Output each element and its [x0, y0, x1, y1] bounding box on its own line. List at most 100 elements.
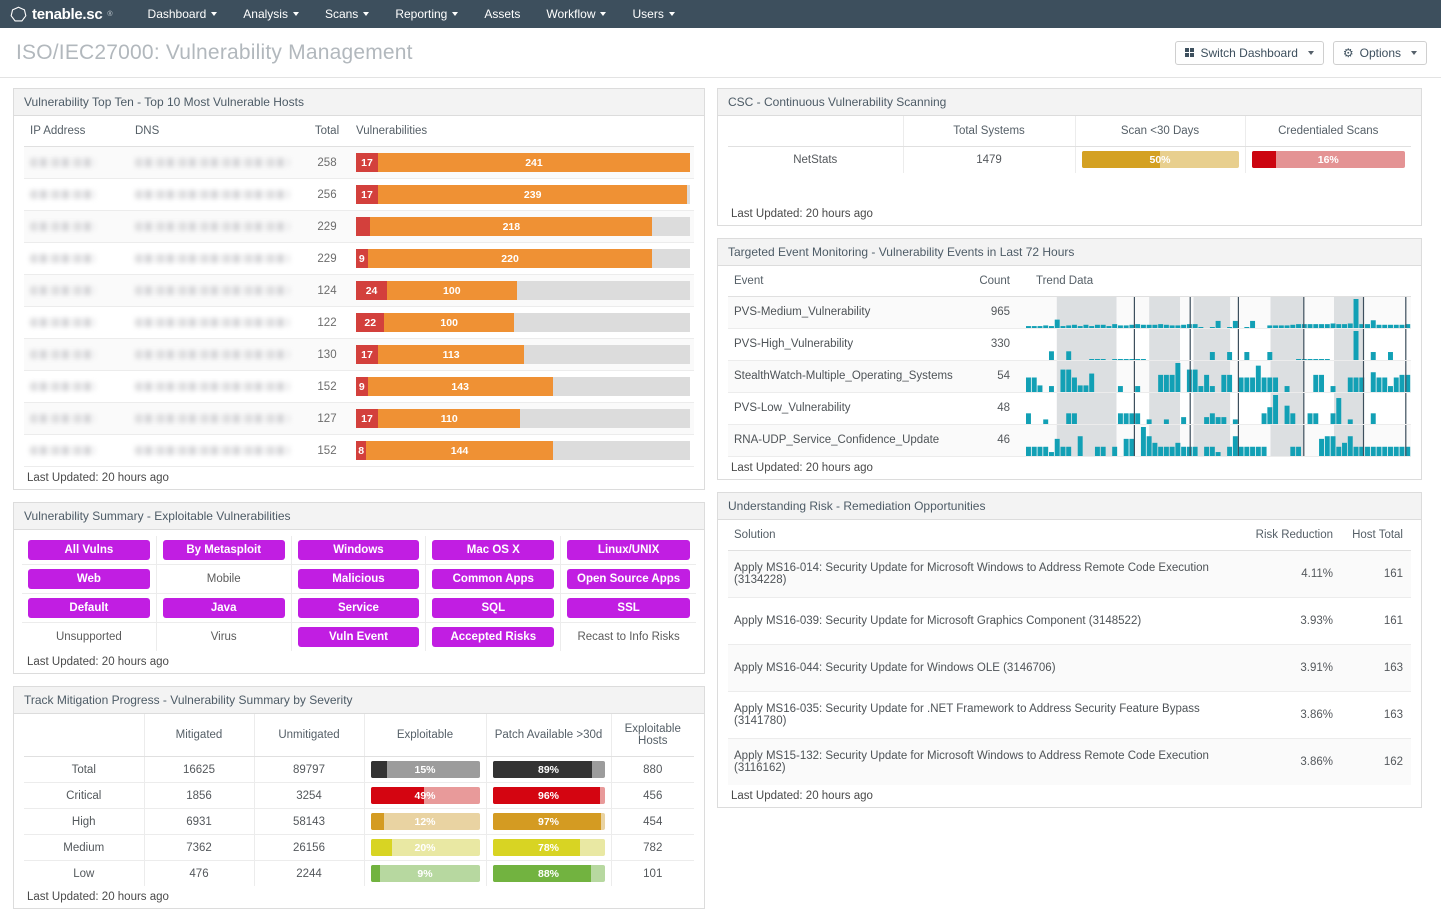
table-row[interactable]: Medium 7362 26156 20% 78% 782 [24, 834, 694, 861]
table-row[interactable]: 256 17 239 [24, 179, 694, 211]
vuln-button-ssl[interactable]: SSL [567, 598, 690, 618]
cell-trend-data[interactable] [1026, 360, 1411, 392]
vuln-button-common-apps[interactable]: Common Apps [432, 569, 555, 589]
chevron-down-icon [1411, 50, 1417, 55]
table-row[interactable]: Apply MS16-014: Security Update for Micr… [728, 550, 1411, 597]
cell-patch-available[interactable]: 88% [486, 860, 612, 886]
table-row[interactable]: 124 24 100 [24, 274, 694, 307]
table-row[interactable]: StealthWatch-Multiple_Operating_Systems 5… [728, 360, 1411, 392]
cell-patch-available[interactable]: 89% [486, 756, 612, 783]
table-row[interactable]: Low 476 2244 9% 88% 101 [24, 860, 694, 886]
table-row[interactable]: 229 9 220 [24, 243, 694, 275]
cell-vulnerability-bar[interactable]: 22 100 [350, 307, 694, 339]
table-row[interactable]: 127 17 110 [24, 402, 694, 435]
nav-item-assets[interactable]: Assets [471, 0, 533, 28]
table-row[interactable]: PVS-Low_Vulnerability 48 [728, 392, 1411, 424]
cell-exploitable-hosts: 880 [643, 763, 663, 776]
cell-exploitable[interactable]: 15% [364, 756, 487, 783]
bar-segment-critical: 22 [356, 313, 385, 332]
cell-vulnerability-bar[interactable]: 24 100 [350, 275, 694, 307]
vuln-button-vuln-event[interactable]: Vuln Event [297, 627, 420, 647]
vuln-button-windows[interactable]: Windows [297, 540, 420, 560]
vuln-button-all-vulns[interactable]: All Vulns [28, 540, 150, 560]
vuln-button-malicious[interactable]: Malicious [297, 569, 420, 589]
vuln-button-mac-os-x[interactable]: Mac OS X [432, 540, 555, 560]
table-row[interactable]: PVS-High_Vulnerability 330 [728, 328, 1411, 360]
cell-exploitable[interactable]: 9% [364, 860, 487, 886]
vuln-button-linux-unix[interactable]: Linux/UNIX [567, 540, 690, 560]
cell-ip-address [24, 179, 129, 211]
col-total: Total [304, 116, 350, 147]
vuln-button-virus[interactable]: Virus [163, 627, 285, 647]
col-ip-address: IP Address [24, 116, 129, 147]
cell-patch-available[interactable]: 78% [486, 834, 612, 861]
options-button[interactable]: ⚙ Options [1332, 40, 1427, 65]
cell-trend-data[interactable] [1026, 392, 1411, 424]
brand-logo[interactable]: tenable.sc ® [10, 6, 113, 23]
vuln-button-web[interactable]: Web [28, 569, 150, 589]
nav-item-analysis[interactable]: Analysis [230, 0, 312, 28]
cell-vulnerability-bar[interactable]: 9 143 [350, 371, 694, 403]
cell-patch-available[interactable]: 96% [486, 782, 612, 809]
stacked-bar: 218 [356, 217, 690, 236]
cell-exploitable-hosts: 454 [643, 815, 663, 828]
cell-vulnerability-bar[interactable]: 17 110 [350, 403, 694, 435]
vuln-button-mobile[interactable]: Mobile [163, 569, 285, 589]
vuln-button-unsupported[interactable]: Unsupported [28, 627, 150, 647]
nav-item-workflow[interactable]: Workflow [533, 0, 619, 28]
table-row[interactable]: High 6931 58143 12% 97% 454 [24, 808, 694, 835]
table-row[interactable]: PVS-Medium_Vulnerability 965 [728, 296, 1411, 328]
nav-item-reporting[interactable]: Reporting [382, 0, 471, 28]
table-row[interactable]: Apply MS16-035: Security Update for .NET… [728, 691, 1411, 738]
vuln-button-accepted-risks[interactable]: Accepted Risks [432, 627, 555, 647]
cell-vulnerability-bar[interactable]: 9 220 [350, 243, 694, 275]
cell-vulnerability-bar[interactable]: 17 241 [350, 147, 694, 179]
cell-exploitable[interactable]: 12% [364, 808, 487, 835]
cell-vulnerability-bar[interactable]: 17 239 [350, 179, 694, 211]
col-exploitable-hosts: Exploitable Hosts [611, 714, 694, 757]
bar-segment-critical: 9 [356, 249, 368, 268]
cell-vulnerability-bar[interactable]: 17 113 [350, 339, 694, 371]
cell-exploitable[interactable]: 49% [364, 782, 487, 809]
table-row[interactable]: 152 8 144 [24, 435, 694, 467]
cell-trend-data[interactable] [1026, 296, 1411, 328]
cell-dns [129, 371, 304, 403]
page-header: ISO/IEC27000: Vulnerability Management S… [0, 28, 1441, 78]
table-row[interactable]: Apply MS16-039: Security Update for Micr… [728, 597, 1411, 644]
table-row[interactable]: Apply MS16-044: Security Update for Wind… [728, 644, 1411, 691]
vuln-button-service[interactable]: Service [297, 598, 420, 618]
table-row[interactable]: NetStats 1479 50% 16% [728, 146, 1411, 173]
table-row[interactable]: RNA-UDP_Service_Confidence_Update 46 [728, 424, 1411, 456]
vuln-button-sql[interactable]: SQL [432, 598, 555, 618]
vuln-button-by-metasploit[interactable]: By Metasploit [162, 540, 285, 560]
table-row[interactable]: 152 9 143 [24, 371, 694, 403]
nav-item-scans[interactable]: Scans [312, 0, 382, 28]
table-row[interactable]: 258 17 241 [24, 146, 694, 179]
progress-label: 97% [537, 815, 559, 828]
table-row[interactable]: 130 17 113 [24, 338, 694, 371]
cell-patch-available[interactable]: 97% [486, 808, 612, 835]
progress-label: 96% [537, 789, 559, 802]
cell-exploitable[interactable]: 20% [364, 834, 487, 861]
vuln-button-default[interactable]: Default [28, 598, 150, 618]
nav-item-label: Scans [324, 7, 359, 21]
sparkline-chart [1026, 296, 1411, 328]
cell-trend-data[interactable] [1026, 424, 1411, 456]
table-row[interactable]: Critical 1856 3254 49% 96% 456 [24, 782, 694, 809]
vuln-button-recast-to-info-risks[interactable]: Recast to Info Risks [567, 627, 690, 647]
vuln-button-java[interactable]: Java [162, 598, 285, 618]
table-row[interactable]: 122 22 100 [24, 307, 694, 339]
cell-vulnerability-bar[interactable]: 218 [350, 211, 694, 243]
nav-item-users[interactable]: Users [619, 0, 687, 28]
table-row[interactable]: Apply MS15-132: Security Update for Micr… [728, 738, 1411, 785]
cell-credentialed-scans[interactable]: 16% [1245, 147, 1411, 173]
table-row[interactable]: 229 218 [24, 210, 694, 243]
nav-item-dashboard[interactable]: Dashboard [135, 0, 231, 28]
switch-dashboard-button[interactable]: Switch Dashboard [1174, 40, 1324, 65]
cell-trend-data[interactable] [1026, 328, 1411, 360]
vuln-button-open-source-apps[interactable]: Open Source Apps [567, 569, 690, 589]
cell-vulnerability-bar[interactable]: 8 144 [350, 435, 694, 467]
cell-total: 229 [317, 220, 337, 233]
cell-scan-30-days[interactable]: 50% [1075, 146, 1246, 173]
table-row[interactable]: Total 16625 89797 15% 89% 880 [24, 756, 694, 783]
